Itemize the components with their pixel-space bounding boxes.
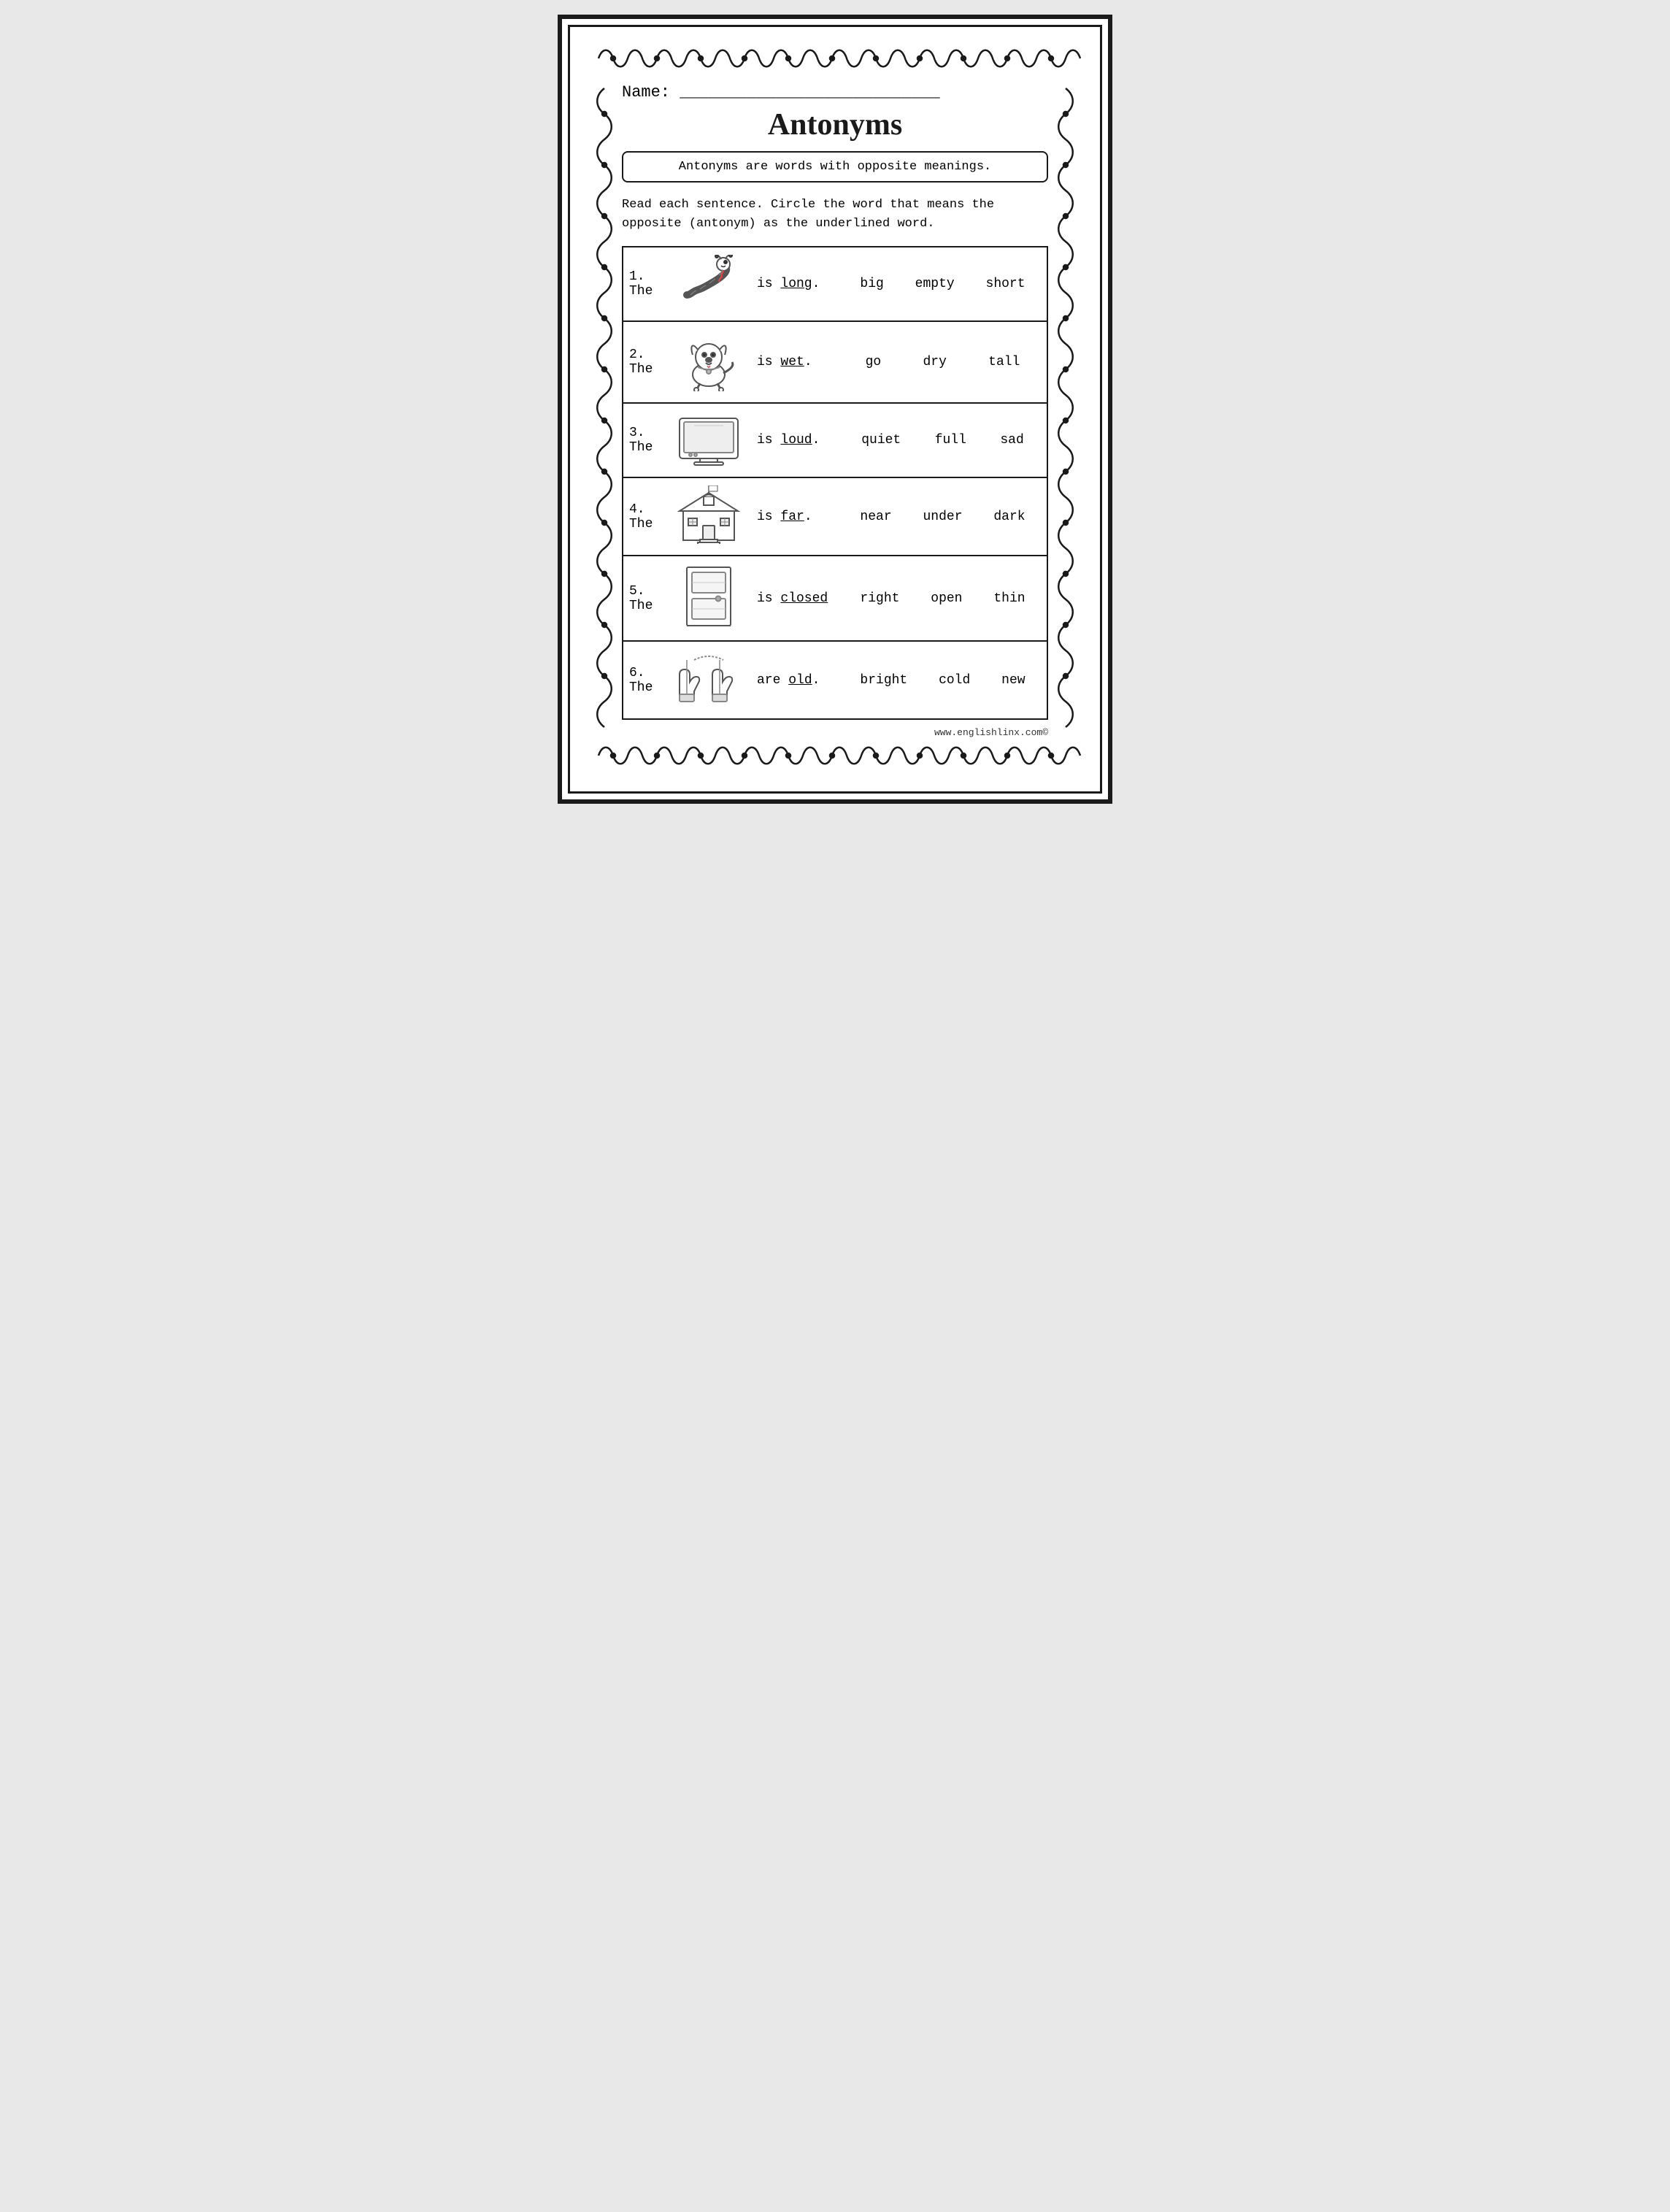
border-right: [1053, 80, 1079, 738]
name-label: Name:: [622, 83, 670, 101]
row-number-2: 2. The: [623, 321, 666, 403]
instructions: Read each sentence. Circle the word that…: [622, 196, 1048, 233]
choice-1-3[interactable]: short: [980, 275, 1031, 293]
choice-5-3[interactable]: thin: [988, 590, 1031, 607]
row-image-3: [666, 403, 751, 477]
row-number-1: 1. The: [623, 247, 666, 321]
row-number-3: 3. The: [623, 403, 666, 477]
choice-4-3[interactable]: dark: [988, 508, 1031, 526]
row-image-2: [666, 321, 751, 403]
main-content: Name: ___________________________ Antony…: [617, 80, 1053, 738]
row-sentence-5: is closed: [751, 556, 839, 641]
footer-text: www.englishlinx.com©: [622, 727, 1048, 738]
underlined-word-2: wet: [780, 355, 804, 369]
row-number-5: 5. The: [623, 556, 666, 641]
name-line: Name: ___________________________: [622, 83, 1048, 101]
worksheet-table: 1. The: [622, 246, 1048, 720]
choice-2-3[interactable]: tall: [982, 353, 1026, 371]
choice-3-3[interactable]: sad: [994, 431, 1029, 449]
row-number-6: 6. The: [623, 641, 666, 719]
table-row: 6. The: [623, 641, 1047, 719]
choice-3-2[interactable]: full: [929, 431, 972, 449]
row-image-1: [666, 247, 751, 321]
underlined-word-5: closed: [780, 591, 828, 606]
row-sentence-4: is far.: [751, 477, 839, 556]
name-blank: ___________________________: [680, 83, 939, 101]
content-with-sides: Name: ___________________________ Antony…: [591, 80, 1079, 738]
table-row: 1. The: [623, 247, 1047, 321]
table-row: 2. The: [623, 321, 1047, 403]
row-sentence-1: is long.: [751, 247, 839, 321]
dog-icon: [672, 329, 745, 391]
row-image-4: [666, 477, 751, 556]
definition-box: Antonyms are words with opposite meaning…: [622, 151, 1048, 183]
choices-cell-2: go dry tall: [839, 321, 1047, 403]
table-row: 3. The: [623, 403, 1047, 477]
table-row: 4. The: [623, 477, 1047, 556]
school-icon: [672, 485, 745, 544]
choice-4-2[interactable]: under: [917, 508, 968, 526]
underlined-word-4: far: [780, 510, 804, 524]
door-icon: [683, 564, 734, 629]
border-bottom: [591, 738, 1079, 777]
row-sentence-2: is wet.: [751, 321, 839, 403]
underlined-word-6: old: [788, 673, 812, 688]
choices-cell-5: right open thin: [839, 556, 1047, 641]
choices-cell-4: near under dark: [839, 477, 1047, 556]
worksheet-page: Name: ___________________________ Antony…: [558, 15, 1112, 804]
choice-3-1[interactable]: quiet: [855, 431, 907, 449]
choice-5-1[interactable]: right: [854, 590, 905, 607]
choice-2-1[interactable]: go: [860, 353, 888, 371]
choice-6-2[interactable]: cold: [933, 672, 976, 689]
row-sentence-3: is loud.: [751, 403, 839, 477]
underlined-word-1: long: [780, 277, 812, 291]
row-image-6: [666, 641, 751, 719]
border-top: [591, 41, 1079, 80]
worm-icon: [672, 255, 745, 310]
choice-6-1[interactable]: bright: [854, 672, 913, 689]
row-sentence-6: are old.: [751, 641, 839, 719]
choice-5-2[interactable]: open: [925, 590, 968, 607]
choice-1-1[interactable]: big: [854, 275, 889, 293]
choices-cell-1: big empty short: [839, 247, 1047, 321]
tv-icon: [672, 411, 745, 466]
choices-cell-6: bright cold new: [839, 641, 1047, 719]
mittens-icon: [672, 649, 745, 707]
choice-1-2[interactable]: empty: [909, 275, 961, 293]
choice-2-2[interactable]: dry: [917, 353, 952, 371]
choices-cell-3: quiet full sad: [839, 403, 1047, 477]
table-row: 5. The: [623, 556, 1047, 641]
underlined-word-3: loud: [780, 433, 812, 448]
row-number-4: 4. The: [623, 477, 666, 556]
page-title: Antonyms: [622, 107, 1048, 142]
row-image-5: [666, 556, 751, 641]
choice-4-1[interactable]: near: [854, 508, 897, 526]
choice-6-3[interactable]: new: [996, 672, 1031, 689]
border-left: [591, 80, 617, 738]
